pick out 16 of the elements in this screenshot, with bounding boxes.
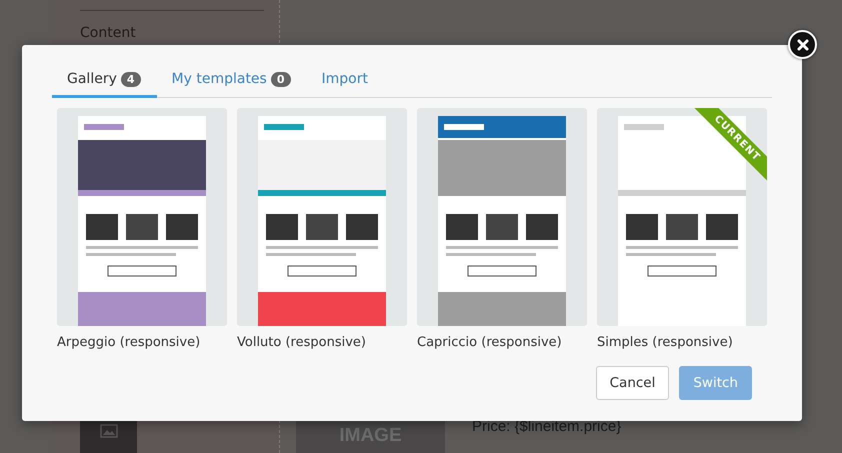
price-text: Price: {$lineitem.price} xyxy=(472,418,622,435)
cancel-button[interactable]: Cancel xyxy=(596,366,670,400)
template-preview[interactable] xyxy=(57,108,227,326)
close-icon xyxy=(796,38,810,52)
template-preview[interactable] xyxy=(237,108,407,326)
tab[interactable]: Import xyxy=(306,65,384,98)
template-name: Capriccio (responsive) xyxy=(417,335,563,350)
image-icon xyxy=(100,424,118,438)
sidebar-item: Content xyxy=(80,24,137,41)
template-name: Volluto (responsive) xyxy=(237,335,367,350)
template-name: Simples (responsive) xyxy=(597,335,734,350)
close-button[interactable] xyxy=(788,30,817,59)
template-name: Arpeggio (responsive) xyxy=(57,335,202,350)
template-preview[interactable] xyxy=(417,108,587,326)
tab[interactable]: Gallery 4 xyxy=(52,65,157,98)
tab[interactable]: My templates 0 xyxy=(156,65,306,98)
